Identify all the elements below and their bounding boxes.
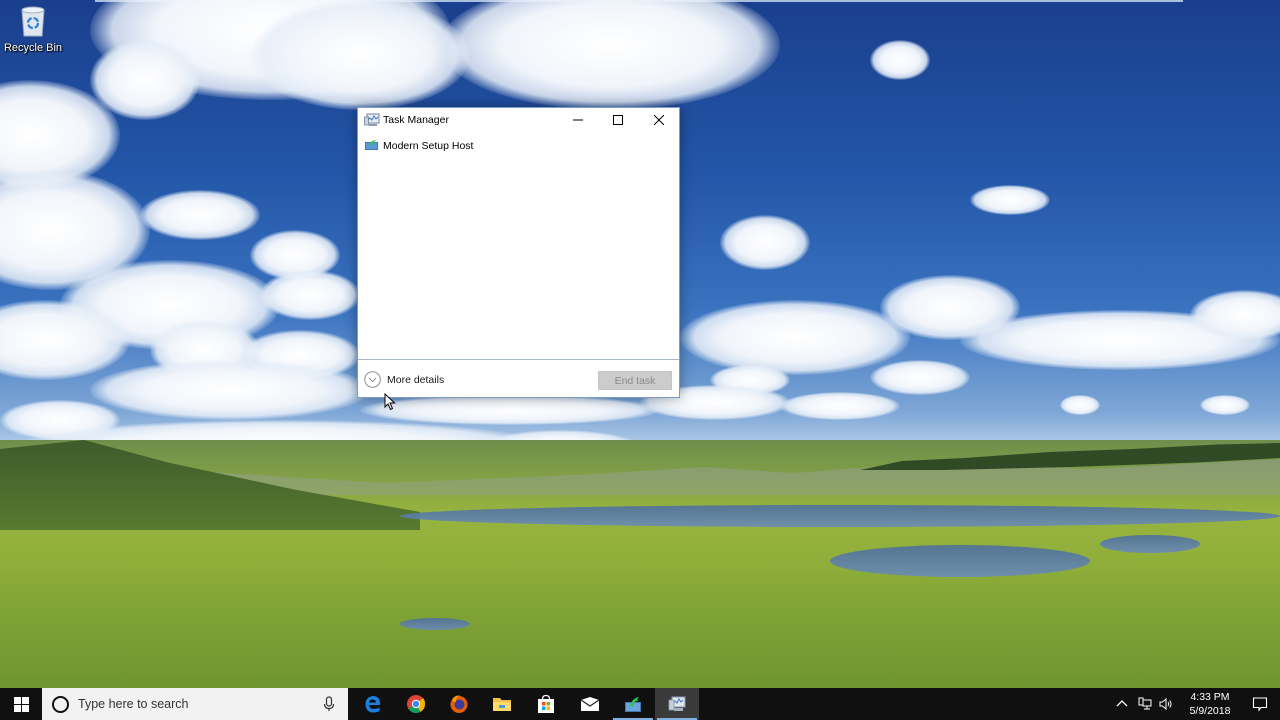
chevron-down-circle-icon <box>364 371 381 388</box>
clock-date: 5/9/2018 <box>1189 705 1231 717</box>
taskbar-app-store[interactable] <box>524 688 568 720</box>
volume-tray-button[interactable] <box>1156 688 1176 720</box>
process-name: Modern Setup Host <box>383 140 474 152</box>
mouse-cursor-icon <box>384 393 396 411</box>
taskbar-app-task-manager[interactable] <box>655 688 699 720</box>
taskbar-app-firefox[interactable] <box>437 688 481 720</box>
process-list: Modern Setup Host <box>358 132 679 359</box>
clock-time: 4:33 PM <box>1190 691 1230 703</box>
file-explorer-icon <box>493 698 511 711</box>
taskbar-app-edge[interactable] <box>351 688 395 720</box>
cortana-icon <box>52 696 69 713</box>
mail-icon <box>580 697 600 711</box>
setup-host-icon <box>365 140 378 150</box>
close-button[interactable] <box>639 108 679 132</box>
taskbar-app-file-explorer[interactable] <box>480 688 524 720</box>
more-details-label: More details <box>387 373 445 386</box>
taskbar-clock[interactable]: 4:33 PM 5/9/2018 <box>1180 690 1240 718</box>
action-center-icon <box>1252 697 1268 712</box>
maximize-button[interactable] <box>598 108 638 132</box>
windows-logo-icon <box>13 696 29 712</box>
start-button[interactable] <box>0 688 42 720</box>
edge-icon <box>365 696 381 713</box>
chevron-up-icon <box>1116 700 1128 707</box>
taskbar-app-mail[interactable] <box>568 688 612 720</box>
recycle-bin-icon <box>21 6 45 37</box>
desktop-icon-recycle-bin[interactable]: Recycle Bin <box>2 4 64 62</box>
window-title: Task Manager <box>383 114 449 126</box>
desktop-icon-label: Recycle Bin <box>3 42 63 54</box>
action-center-button[interactable] <box>1240 688 1280 720</box>
minimize-button[interactable] <box>558 108 598 132</box>
more-details-button[interactable]: More details <box>364 371 444 388</box>
search-placeholder: Type here to search <box>78 697 189 711</box>
store-icon <box>538 694 554 713</box>
task-manager-icon <box>668 696 686 711</box>
taskbar-app-setup-host[interactable] <box>611 688 655 720</box>
end-task-button[interactable]: End task <box>598 371 672 390</box>
minimize-icon <box>573 119 583 121</box>
chrome-icon <box>407 695 426 714</box>
task-manager-window[interactable]: Task Manager Modern Setup Host More deta… <box>357 107 680 398</box>
taskbar-search-box[interactable]: Type here to search <box>42 688 348 720</box>
setup-host-icon <box>625 697 641 712</box>
close-icon <box>654 115 664 125</box>
process-row[interactable]: Modern Setup Host <box>358 136 679 156</box>
network-icon <box>1138 697 1152 710</box>
network-tray-button[interactable] <box>1134 688 1156 720</box>
microphone-icon[interactable] <box>323 696 335 712</box>
volume-icon <box>1159 697 1172 711</box>
task-manager-icon <box>364 113 380 126</box>
taskbar-app-chrome[interactable] <box>394 688 438 720</box>
firefox-icon <box>450 695 468 713</box>
taskbar: Type here to search 4:33 PM 5/9/2018 <box>0 688 1280 720</box>
maximize-icon <box>613 115 623 125</box>
window-footer: More details End task <box>358 359 679 397</box>
title-bar[interactable]: Task Manager <box>358 108 679 132</box>
show-hidden-icons-button[interactable] <box>1114 688 1130 720</box>
